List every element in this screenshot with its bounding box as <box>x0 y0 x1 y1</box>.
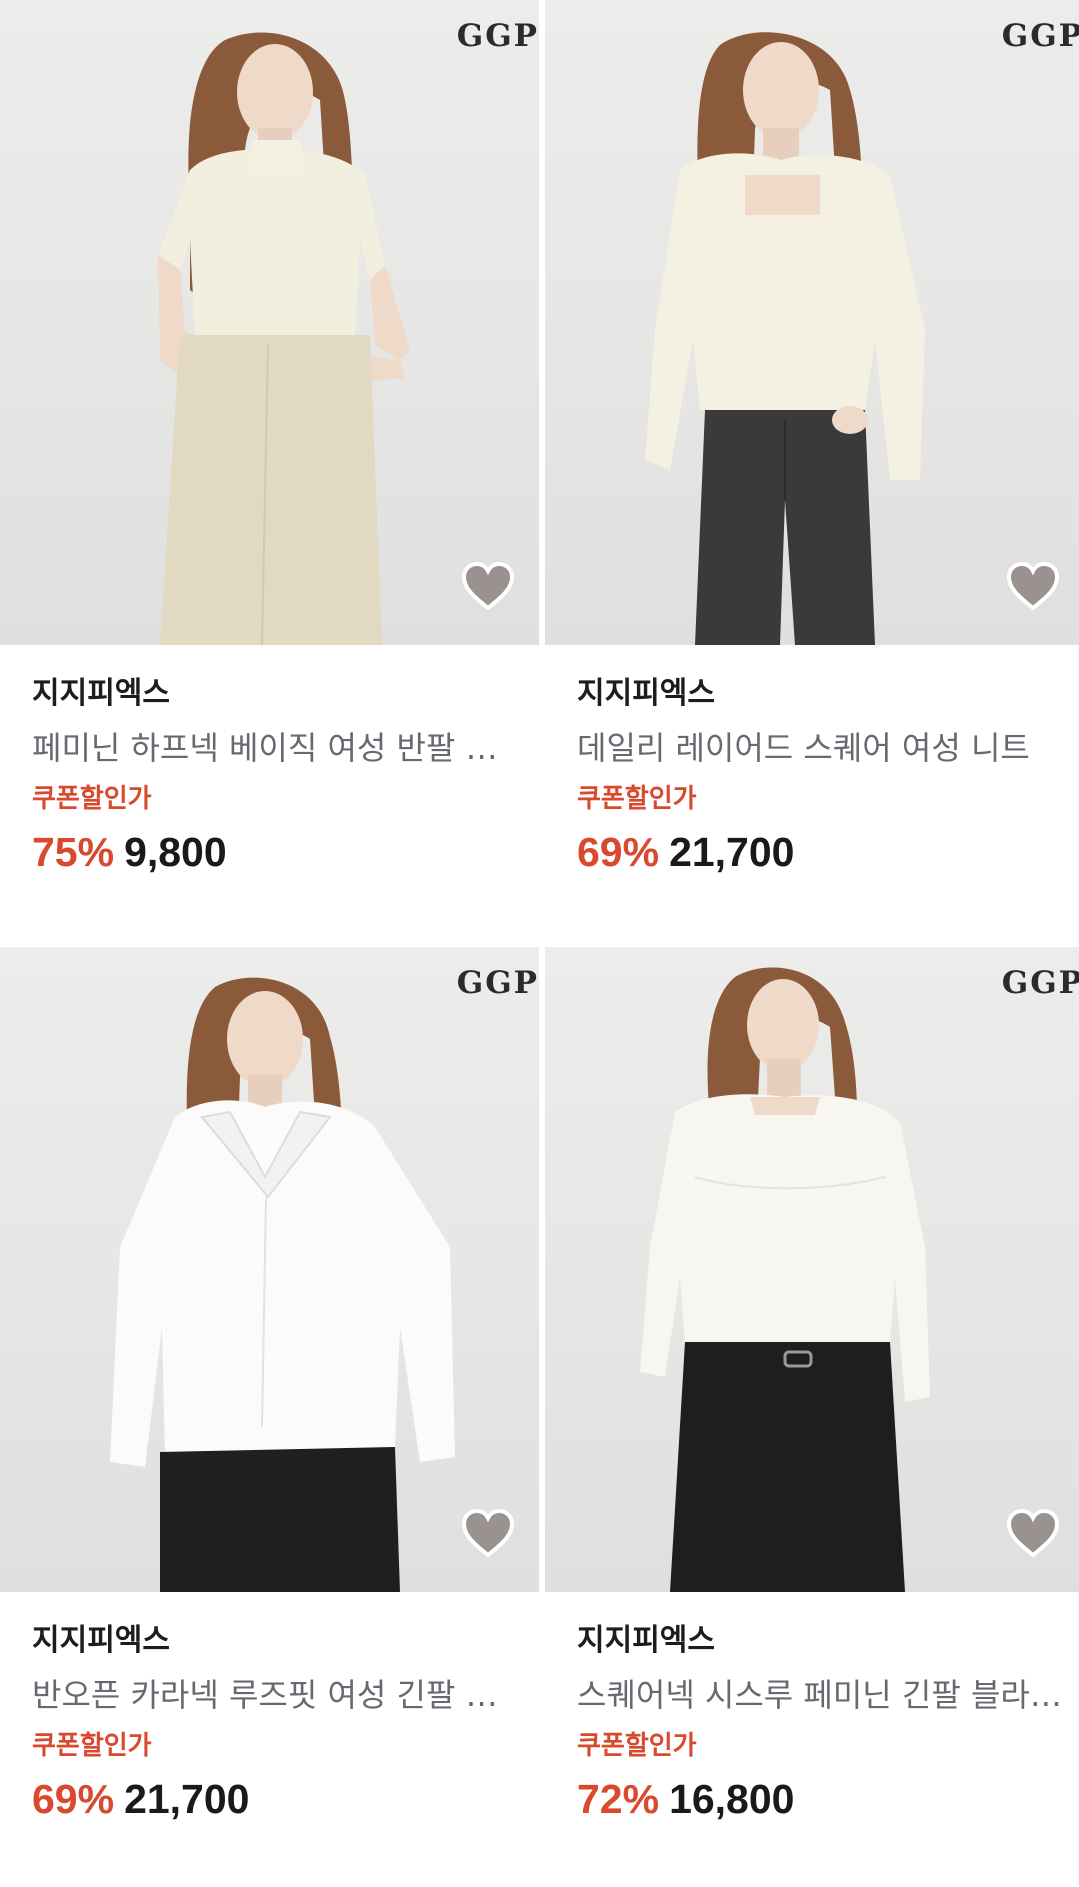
product-image[interactable]: GGP <box>0 0 539 645</box>
product-photo-model <box>645 32 925 645</box>
sale-price: 21,700 <box>669 829 795 875</box>
discount-rate: 69% <box>577 829 660 875</box>
product-brand[interactable]: 지지피엑스 <box>32 1621 522 1661</box>
brand-logo: GGP <box>456 18 539 54</box>
price-row: 72% 16,800 <box>577 1773 1067 1825</box>
product-image[interactable]: GGP <box>0 947 539 1592</box>
product-card[interactable]: GGP 지지피엑스 데일리 레이어드 스퀘어 여성 니트 쿠폰할인가 69% 21… <box>545 0 1079 940</box>
product-image[interactable]: GGP <box>545 0 1079 645</box>
brand-logo: GGP <box>456 965 539 1001</box>
product-info: 지지피엑스 데일리 레이어드 스퀘어 여성 니트 쿠폰할인가 69% 21,700 <box>577 674 1067 878</box>
sale-price: 16,800 <box>669 1776 795 1822</box>
discount-rate: 69% <box>32 1776 115 1822</box>
product-info: 지지피엑스 페미닌 하프넥 베이직 여성 반팔 니트 쿠폰할인가 75% 9,80… <box>32 674 522 878</box>
product-photo-model <box>158 32 410 645</box>
product-image[interactable]: GGP <box>545 947 1079 1592</box>
product-title[interactable]: 데일리 레이어드 스퀘어 여성 니트 <box>577 726 1067 770</box>
sale-price: 21,700 <box>124 1776 250 1822</box>
product-card[interactable]: GGP 지지피엑스 반오픈 카라넥 루즈핏 여성 긴팔 블라우스 쿠폰할인가 6… <box>0 947 539 1887</box>
price-row: 69% 21,700 <box>577 826 1067 878</box>
coupon-price-label: 쿠폰할인가 <box>577 784 697 814</box>
brand-logo: GGP <box>1001 965 1079 1001</box>
discount-rate: 72% <box>577 1776 660 1822</box>
sale-price: 9,800 <box>124 829 227 875</box>
product-brand[interactable]: 지지피엑스 <box>577 674 1067 714</box>
price-row: 75% 9,800 <box>32 826 522 878</box>
price-row: 69% 21,700 <box>32 1773 522 1825</box>
brand-logo: GGP <box>1001 18 1079 54</box>
wishlist-heart-icon[interactable] <box>459 557 517 615</box>
coupon-price-label: 쿠폰할인가 <box>32 1731 152 1761</box>
product-title[interactable]: 스퀘어넥 시스루 페미닌 긴팔 블라우스 <box>577 1673 1067 1717</box>
product-title[interactable]: 반오픈 카라넥 루즈핏 여성 긴팔 블라우스 <box>32 1673 522 1717</box>
product-card[interactable]: GGP 지지피엑스 스퀘어넥 시스루 페미닌 긴팔 블라우스 쿠폰할인가 72%… <box>545 947 1079 1887</box>
product-title[interactable]: 페미닌 하프넥 베이직 여성 반팔 니트 <box>32 726 522 770</box>
product-brand[interactable]: 지지피엑스 <box>577 1621 1067 1661</box>
coupon-price-label: 쿠폰할인가 <box>577 1731 697 1761</box>
product-info: 지지피엑스 스퀘어넥 시스루 페미닌 긴팔 블라우스 쿠폰할인가 72% 16,8… <box>577 1621 1067 1825</box>
product-brand[interactable]: 지지피엑스 <box>32 674 522 714</box>
wishlist-heart-icon[interactable] <box>1004 1504 1062 1562</box>
product-card[interactable]: GGP 지지피엑스 페미닌 하프넥 베이직 여성 반팔 니트 쿠폰할인가 75%… <box>0 0 539 940</box>
product-info: 지지피엑스 반오픈 카라넥 루즈핏 여성 긴팔 블라우스 쿠폰할인가 69%21… <box>32 1621 522 1825</box>
wishlist-heart-icon[interactable] <box>459 1504 517 1562</box>
product-photo-model <box>110 977 455 1592</box>
coupon-price-label: 쿠폰할인가 <box>32 784 152 814</box>
product-grid: GGP 지지피엑스 페미닌 하프넥 베이직 여성 반팔 니트 쿠폰할인가 75%… <box>0 0 1079 1879</box>
product-photo-model <box>640 967 930 1592</box>
discount-rate: 75% <box>32 829 115 875</box>
wishlist-heart-icon[interactable] <box>1004 557 1062 615</box>
